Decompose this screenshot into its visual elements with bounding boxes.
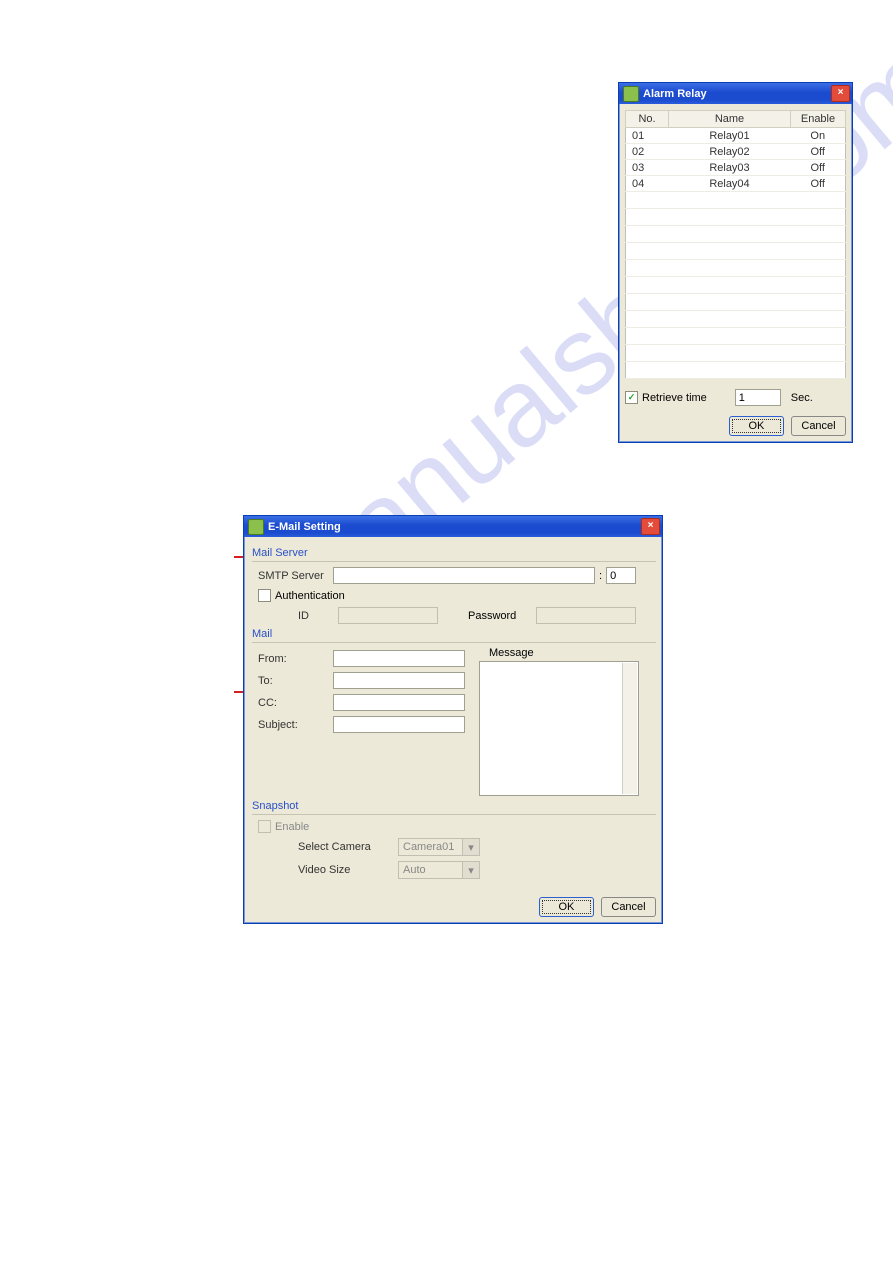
auth-checkbox[interactable] (258, 589, 271, 602)
table-row: 01 Relay01 On (626, 128, 846, 144)
videosize-label: Video Size (298, 864, 398, 876)
col-name: Name (669, 111, 791, 128)
subject-label: Subject: (258, 719, 333, 731)
to-input[interactable] (333, 672, 465, 689)
marker-icon (234, 556, 243, 558)
camera-label: Select Camera (298, 841, 398, 853)
app-icon (623, 86, 639, 102)
id-label: ID (298, 610, 338, 622)
close-icon[interactable]: × (831, 85, 850, 102)
alarm-relay-window: Alarm Relay × No. Name Enable 01 Relay01… (618, 82, 853, 443)
subject-input[interactable] (333, 716, 465, 733)
auth-label: Authentication (275, 590, 345, 602)
titlebar[interactable]: Alarm Relay × (619, 83, 852, 104)
col-no: No. (626, 111, 669, 128)
col-enable: Enable (791, 111, 846, 128)
port-separator: : (599, 570, 602, 582)
retrieve-checkbox[interactable]: ✓ (625, 391, 638, 404)
camera-select-value: Camera01 (403, 841, 454, 853)
password-label: Password (468, 610, 516, 622)
retrieve-unit: Sec. (791, 392, 813, 404)
retrieve-label: Retrieve time (642, 392, 707, 404)
relay-table[interactable]: No. Name Enable 01 Relay01 On 02 Relay02… (625, 110, 846, 379)
port-input[interactable]: 0 (606, 567, 636, 584)
smtp-input[interactable] (333, 567, 595, 584)
window-title: E-Mail Setting (268, 521, 341, 533)
chevron-down-icon: ▾ (462, 862, 479, 878)
ok-button[interactable]: OK (539, 897, 594, 917)
videosize-select[interactable]: Auto ▾ (398, 861, 480, 879)
message-label: Message (489, 647, 656, 659)
smtp-label: SMTP Server (258, 570, 333, 582)
chevron-down-icon: ▾ (462, 839, 479, 855)
snapshot-enable-checkbox[interactable] (258, 820, 271, 833)
cc-input[interactable] (333, 694, 465, 711)
ok-button[interactable]: OK (729, 416, 784, 436)
table-row: 02 Relay02 Off (626, 144, 846, 160)
videosize-select-value: Auto (403, 864, 426, 876)
titlebar[interactable]: E-Mail Setting × (244, 516, 662, 537)
mail-server-header: Mail Server (252, 547, 656, 562)
cc-label: CC: (258, 697, 333, 709)
app-icon (248, 519, 264, 535)
cancel-button[interactable]: Cancel (791, 416, 846, 436)
message-textarea[interactable] (479, 661, 639, 796)
snapshot-header: Snapshot (252, 800, 656, 815)
marker-icon (234, 691, 243, 693)
table-row: 03 Relay03 Off (626, 160, 846, 176)
close-icon[interactable]: × (641, 518, 660, 535)
table-row: 04 Relay04 Off (626, 176, 846, 192)
window-title: Alarm Relay (643, 88, 707, 100)
password-input[interactable] (536, 607, 636, 624)
camera-select[interactable]: Camera01 ▾ (398, 838, 480, 856)
mail-header: Mail (252, 628, 656, 643)
id-input[interactable] (338, 607, 438, 624)
to-label: To: (258, 675, 333, 687)
cancel-button[interactable]: Cancel (601, 897, 656, 917)
from-label: From: (258, 653, 333, 665)
email-setting-window: E-Mail Setting × Mail Server SMTP Server… (243, 515, 663, 924)
snapshot-enable-label: Enable (275, 821, 309, 833)
from-input[interactable] (333, 650, 465, 667)
retrieve-input[interactable]: 1 (735, 389, 781, 406)
